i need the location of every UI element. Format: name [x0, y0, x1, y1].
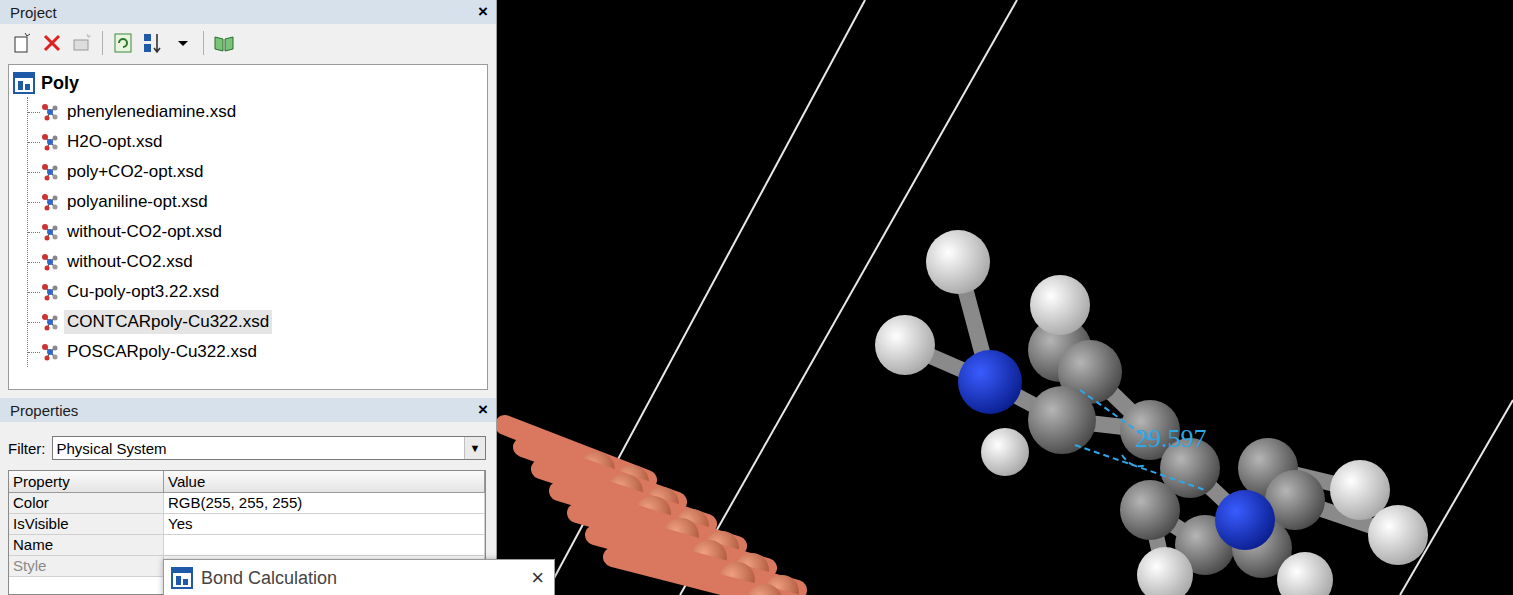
dialog-close-button[interactable]: × — [531, 565, 544, 591]
structure-viewer[interactable]: 29.597 — [497, 0, 1513, 595]
column-header[interactable]: Value — [164, 471, 485, 493]
tree-item[interactable]: without-CO2-opt.xsd — [28, 217, 487, 247]
sort-icon[interactable] — [141, 31, 165, 55]
tree-item[interactable]: Cu-poly-opt3.22.xsd — [28, 277, 487, 307]
project-panel-header: Project × — [0, 0, 496, 24]
table-header: PropertyValue — [9, 471, 485, 493]
new-folder-icon[interactable] — [70, 31, 94, 55]
molecule-icon — [40, 162, 60, 182]
molecule-icon — [40, 102, 60, 122]
tree-item[interactable]: CONTCARpoly-Cu322.xsd — [28, 307, 487, 337]
project-icon — [171, 567, 193, 589]
dropdown-arrow-icon[interactable]: ▼ — [464, 437, 485, 459]
properties-panel-header: Properties × — [0, 398, 496, 422]
structure-viewer-canvas[interactable]: 29.597 — [497, 0, 1513, 595]
table-row[interactable]: IsVisibleYes — [9, 514, 485, 535]
tree-item[interactable]: without-CO2.xsd — [28, 247, 487, 277]
property-cell: Name — [9, 535, 164, 556]
project-icon — [13, 72, 35, 94]
property-cell: Color — [9, 493, 164, 514]
dialog-title: Bond Calculation — [201, 568, 337, 589]
cell-edges — [545, 0, 1513, 595]
table-row[interactable]: Name — [9, 535, 485, 556]
molecule-icon — [40, 132, 60, 152]
properties-close-button[interactable]: × — [478, 400, 488, 420]
tree-item[interactable]: POSCARpoly-Cu322.xsd — [28, 337, 487, 367]
tree-list: phenylenediamine.xsdH2O-opt.xsdpoly+CO2-… — [27, 97, 487, 367]
filter-select[interactable]: Physical System▼ — [52, 436, 487, 460]
tree-item[interactable]: poly+CO2-opt.xsd — [28, 157, 487, 187]
project-close-button[interactable]: × — [478, 2, 488, 22]
tree-root[interactable]: Poly — [13, 69, 487, 97]
refresh-icon[interactable] — [111, 31, 135, 55]
angle-label: 29.597 — [1135, 424, 1207, 453]
tree-item[interactable]: polyaniline-opt.xsd — [28, 187, 487, 217]
dropdown-arrow-icon[interactable] — [171, 31, 195, 55]
molecule-icon — [40, 342, 60, 362]
left-dock: Project × Polyphenylenediamine.xsdH2O-opt.… — [0, 0, 497, 595]
molecule-icon — [40, 282, 60, 302]
project-panel-title: Project — [10, 4, 57, 21]
filter-row: Filter: Physical System▼ — [0, 422, 496, 460]
project-toolbar — [0, 24, 496, 62]
tree-item[interactable]: phenylenediamine.xsd — [28, 97, 487, 127]
property-cell: Style — [9, 556, 164, 577]
materials-studio-window: Project × Polyphenylenediamine.xsdH2O-opt.… — [0, 0, 1513, 595]
filter-label: Filter: — [8, 440, 46, 457]
molecule-icon — [40, 192, 60, 212]
column-header[interactable]: Property — [9, 471, 164, 493]
molecule-icon — [40, 222, 60, 242]
project-tree: Polyphenylenediamine.xsdH2O-opt.xsdpoly+… — [8, 64, 488, 390]
table-row[interactable]: ColorRGB(255, 255, 255) — [9, 493, 485, 514]
molecule[interactable] — [875, 230, 1428, 595]
value-cell[interactable]: Yes — [164, 514, 485, 535]
value-cell[interactable] — [164, 535, 485, 556]
delete-icon[interactable] — [40, 31, 64, 55]
value-cell[interactable]: RGB(255, 255, 255) — [164, 493, 485, 514]
molecule-icon — [40, 252, 60, 272]
book-icon[interactable] — [212, 31, 236, 55]
molecule-icon — [40, 312, 60, 332]
properties-panel-title: Properties — [10, 402, 78, 419]
tree-item[interactable]: H2O-opt.xsd — [28, 127, 487, 157]
property-cell: IsVisible — [9, 514, 164, 535]
bond-calculation-dialog: Bond Calculation × — [163, 559, 555, 595]
dialog-title-bar[interactable]: Bond Calculation × — [164, 560, 554, 595]
new-document-icon[interactable] — [10, 31, 34, 55]
